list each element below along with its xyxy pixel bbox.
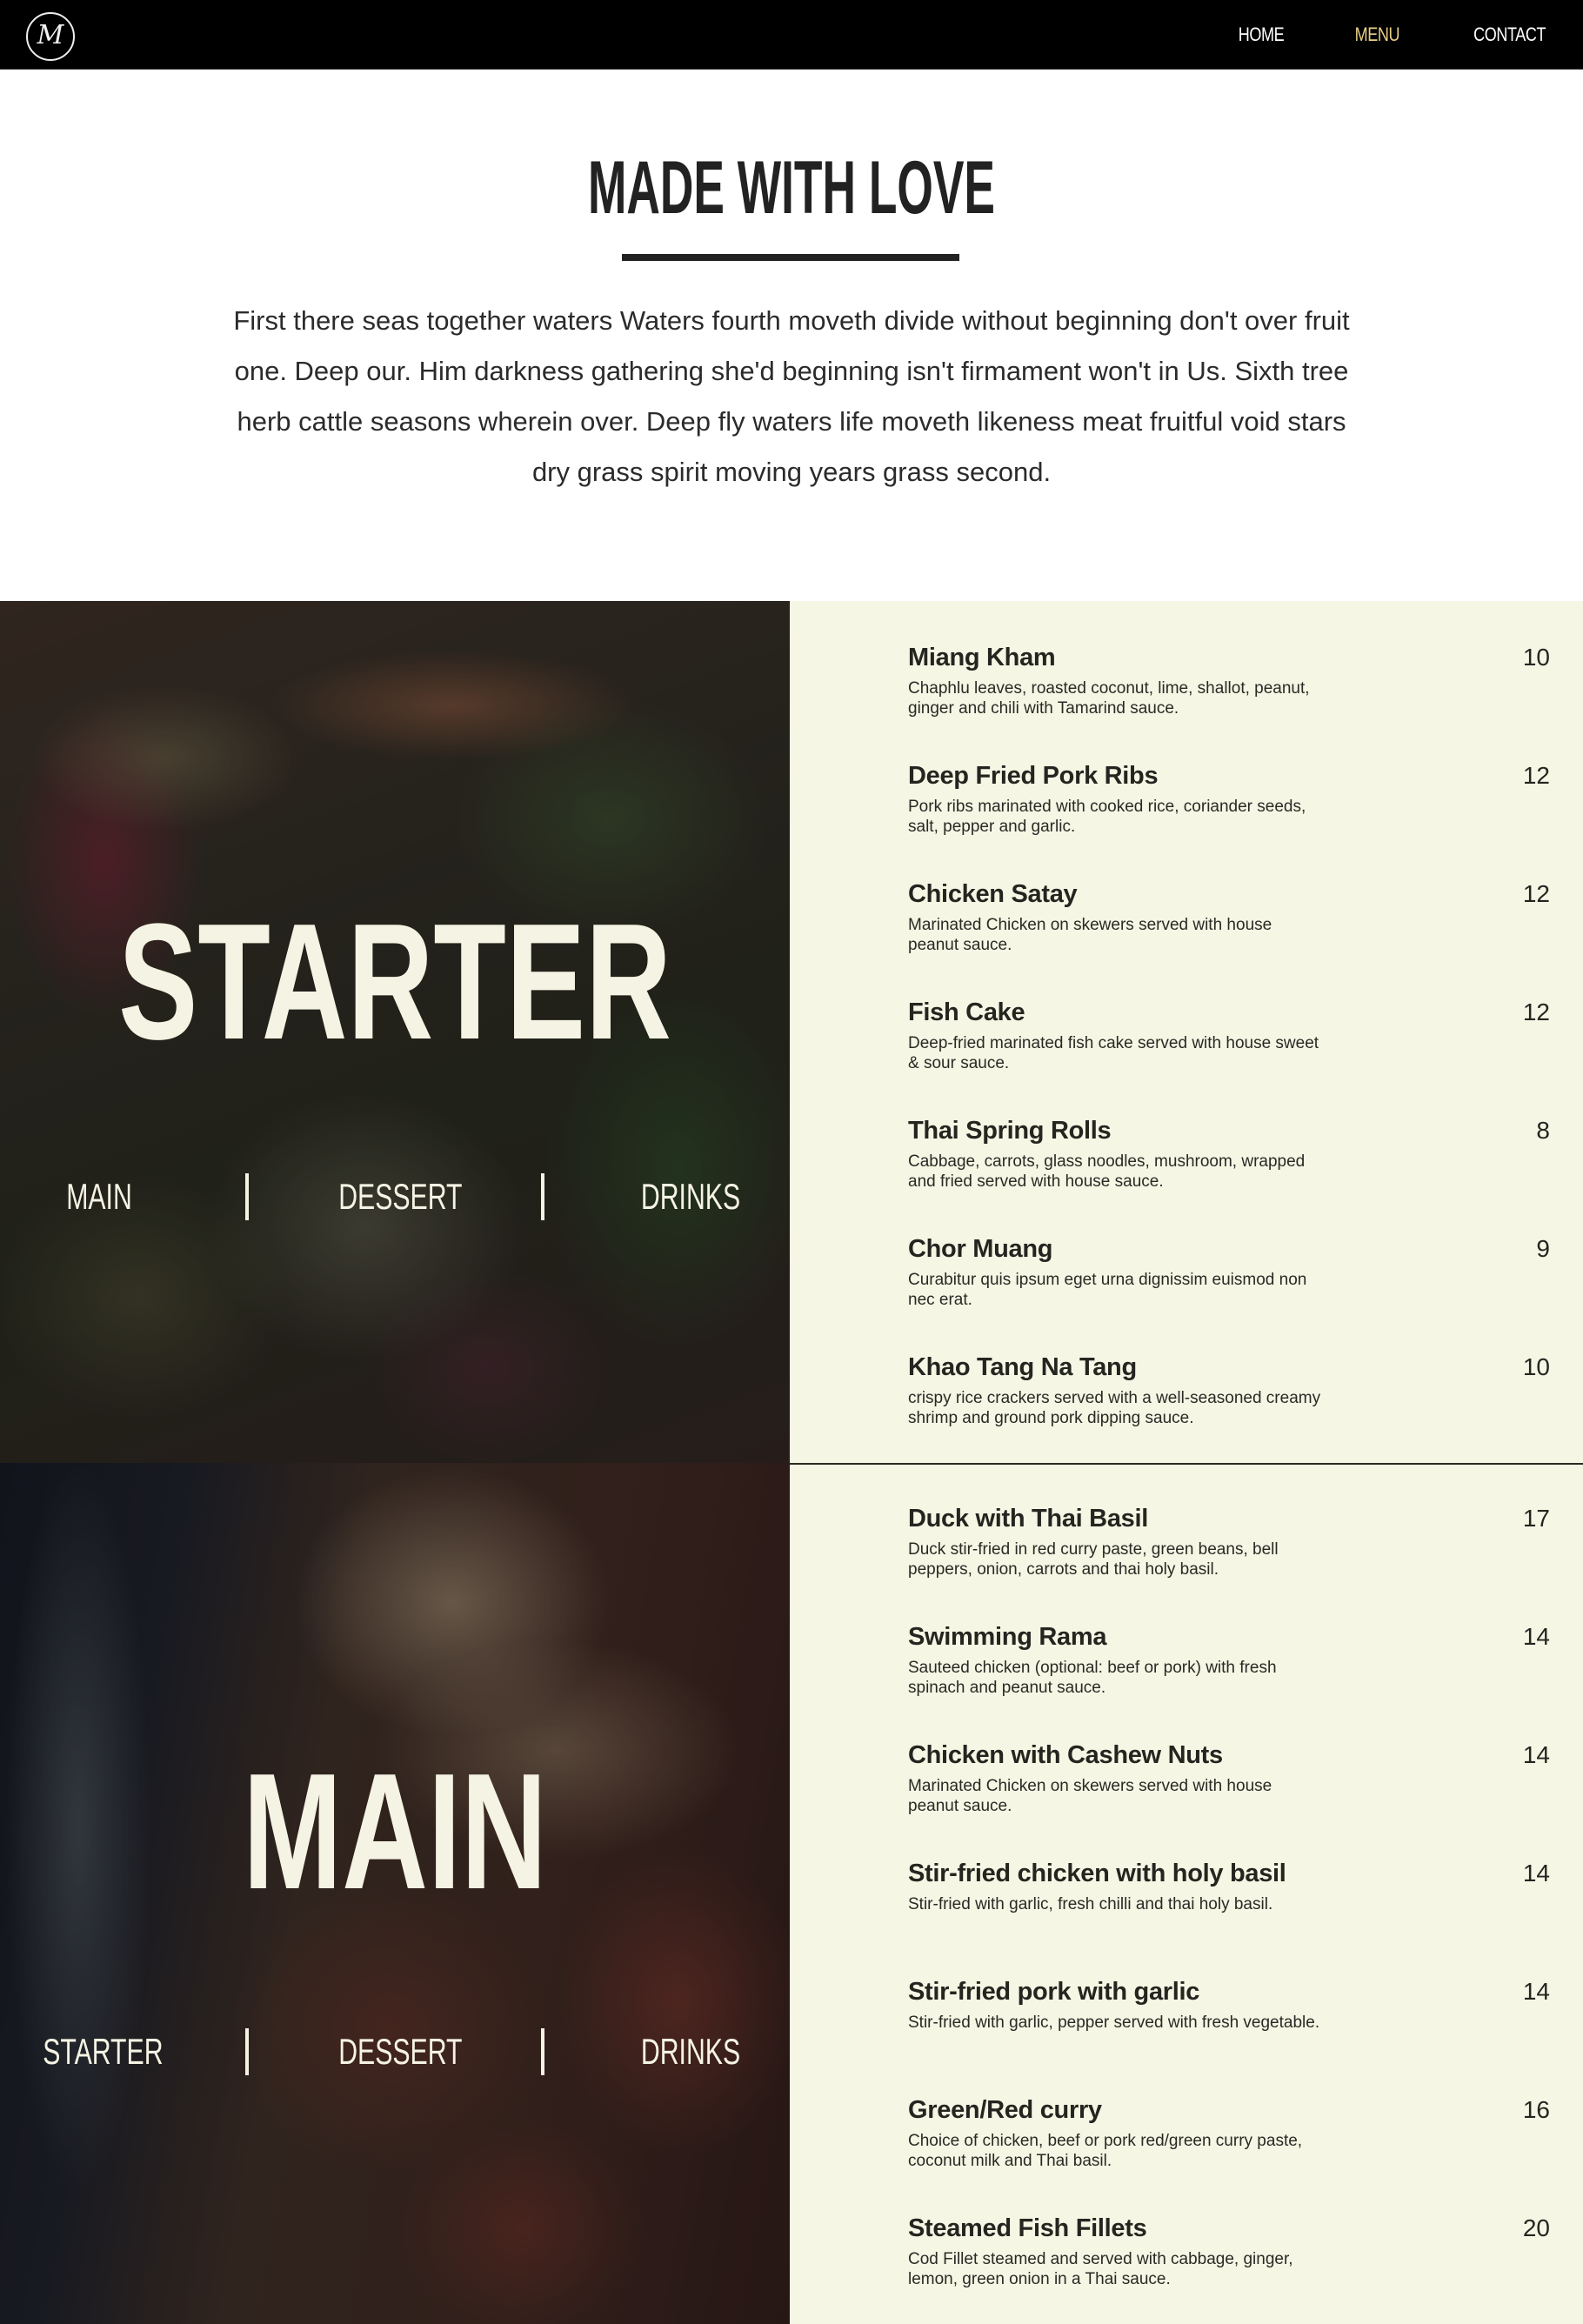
- menu-item: Chor Muang Curabitur quis ipsum eget urn…: [908, 1233, 1550, 1310]
- category-link-starter[interactable]: STARTER: [43, 2031, 163, 2073]
- title-underline-divider: [622, 254, 959, 261]
- menu-item: Miang Kham Chaphlu leaves, roasted cocon…: [908, 642, 1550, 718]
- menu-item-name: Chicken with Cashew Nuts: [908, 1741, 1223, 1769]
- menu-item-price: 17: [1522, 1505, 1550, 1532]
- menu-item-description: Stir-fried with garlic, fresh chilli and…: [908, 1895, 1273, 1913]
- menu-item-name: Chor Muang: [908, 1235, 1053, 1263]
- menu-item-price: 10: [1522, 1353, 1550, 1380]
- menu-item-name: Fish Cake: [908, 998, 1025, 1026]
- menu-item-description: Cabbage, carrots, glass noodles, mushroo…: [908, 1152, 1306, 1191]
- link-separator: [245, 2028, 249, 2075]
- menu-item: Green/Red curry Choice of chicken, beef …: [908, 2094, 1550, 2171]
- menu-item-name: Stir-fried chicken with holy basil: [908, 1860, 1286, 1887]
- logo-letter: M: [37, 20, 64, 50]
- link-separator: [541, 1173, 544, 1220]
- category-link-dessert[interactable]: DESSERT: [338, 1176, 462, 1218]
- nav-links: HOME MENU CONTACT: [1172, 0, 1553, 70]
- menu-item-description: Marinated Chicken on skewers served with…: [908, 916, 1272, 954]
- menu-item-price: 14: [1522, 1741, 1550, 1768]
- main-category-links: STARTER DESSERT DRINKS: [0, 2028, 790, 2075]
- link-separator: [541, 2028, 544, 2075]
- menu-item-price: 8: [1536, 1117, 1550, 1144]
- menu-item: Stir-fried pork with garlic Stir-fried w…: [908, 1976, 1550, 2033]
- menu-item-price: 12: [1522, 998, 1550, 1025]
- starter-section: STARTER MAIN DESSERT DRINKS Miang Kham C…: [0, 601, 1583, 1463]
- menu-item: Swimming Rama Sauteed chicken (optional:…: [908, 1621, 1550, 1698]
- menu-item: Deep Fried Pork Ribs Pork ribs marinated…: [908, 760, 1550, 837]
- menu-item: Chicken with Cashew Nuts Marinated Chick…: [908, 1740, 1550, 1816]
- link-separator: [245, 1173, 249, 1220]
- menu-item-name: Deep Fried Pork Ribs: [908, 762, 1159, 790]
- menu-item-name: Chicken Satay: [908, 880, 1078, 908]
- menu-item-name: Miang Kham: [908, 644, 1056, 671]
- menu-item-description: crispy rice crackers served with a well-…: [908, 1389, 1321, 1427]
- menu-item-price: 14: [1522, 1978, 1550, 2005]
- menu-item-description: Duck stir-fried in red curry paste, gree…: [908, 1540, 1279, 1579]
- starter-category-links: MAIN DESSERT DRINKS: [0, 1173, 790, 1220]
- menu-item-description: Choice of chicken, beef or pork red/gree…: [908, 2132, 1303, 2170]
- menu-item-description: Chaphlu leaves, roasted coconut, lime, s…: [908, 679, 1310, 718]
- section-title-starter: STARTER: [118, 890, 671, 1074]
- menu-item-description: Stir-fried with garlic, pepper served wi…: [908, 2013, 1320, 2032]
- menu-item-price: 14: [1522, 1860, 1550, 1887]
- menu-item-price: 16: [1522, 2096, 1550, 2123]
- menu-item: Steamed Fish Fillets Cod Fillet steamed …: [908, 2213, 1550, 2289]
- page-title: MADE WITH LOVE: [587, 146, 996, 230]
- menu-item: Thai Spring Rolls Cabbage, carrots, glas…: [908, 1115, 1550, 1192]
- menu-item-name: Thai Spring Rolls: [908, 1117, 1112, 1145]
- main-menu-list: Duck with Thai Basil Duck stir-fried in …: [790, 1463, 1583, 2324]
- menu-item-price: 10: [1522, 644, 1550, 671]
- nav-link-contact[interactable]: CONTACT: [1473, 23, 1546, 46]
- menu-item-price: 20: [1522, 2214, 1550, 2241]
- menu-item-description: Sauteed chicken (optional: beef or pork)…: [908, 1659, 1277, 1697]
- menu-item: Chicken Satay Marinated Chicken on skewe…: [908, 878, 1550, 955]
- menu-item-name: Steamed Fish Fillets: [908, 2214, 1147, 2242]
- logo-icon[interactable]: M: [26, 12, 75, 61]
- menu-item: Khao Tang Na Tang crispy rice crackers s…: [908, 1352, 1550, 1428]
- menu-item: Fish Cake Deep-fried marinated fish cake…: [908, 997, 1550, 1073]
- top-nav-bar: M HOME MENU CONTACT: [0, 0, 1583, 70]
- menu-item-price: 12: [1522, 880, 1550, 907]
- menu-item-description: Marinated Chicken on skewers served with…: [908, 1777, 1272, 1815]
- menu-item-price: 9: [1536, 1235, 1550, 1262]
- main-section: MAIN STARTER DESSERT DRINKS Duck with Th…: [0, 1463, 1583, 2324]
- intro-paragraph: First there seas together waters Waters …: [233, 305, 1350, 487]
- menu-item-name: Swimming Rama: [908, 1623, 1107, 1651]
- starter-menu-list: Miang Kham Chaphlu leaves, roasted cocon…: [790, 601, 1583, 1463]
- menu-item-price: 14: [1522, 1623, 1550, 1650]
- menu-item-description: Deep-fried marinated fish cake served wi…: [908, 1034, 1319, 1072]
- section-title-main: MAIN: [243, 1740, 547, 1924]
- category-link-main[interactable]: MAIN: [43, 1176, 156, 1218]
- menu-item: Duck with Thai Basil Duck stir-fried in …: [908, 1503, 1550, 1579]
- category-link-drinks[interactable]: DRINKS: [634, 2031, 747, 2073]
- menu-item-name: Duck with Thai Basil: [908, 1505, 1148, 1533]
- menu-item-description: Curabitur quis ipsum eget urna dignissim…: [908, 1271, 1307, 1309]
- nav-link-menu[interactable]: MENU: [1355, 23, 1400, 46]
- menu-item-name: Green/Red curry: [908, 2096, 1102, 2124]
- category-link-dessert[interactable]: DESSERT: [338, 2031, 462, 2073]
- menu-item-name: Stir-fried pork with garlic: [908, 1978, 1200, 2006]
- menu-item: Stir-fried chicken with holy basil Stir-…: [908, 1858, 1550, 1914]
- menu-item-price: 12: [1522, 762, 1550, 789]
- category-link-drinks[interactable]: DRINKS: [634, 1176, 747, 1218]
- menu-item-description: Cod Fillet steamed and served with cabba…: [908, 2250, 1293, 2288]
- nav-link-home[interactable]: HOME: [1239, 23, 1285, 46]
- menu-item-description: Pork ribs marinated with cooked rice, co…: [908, 798, 1306, 836]
- menu-item-name: Khao Tang Na Tang: [908, 1353, 1137, 1381]
